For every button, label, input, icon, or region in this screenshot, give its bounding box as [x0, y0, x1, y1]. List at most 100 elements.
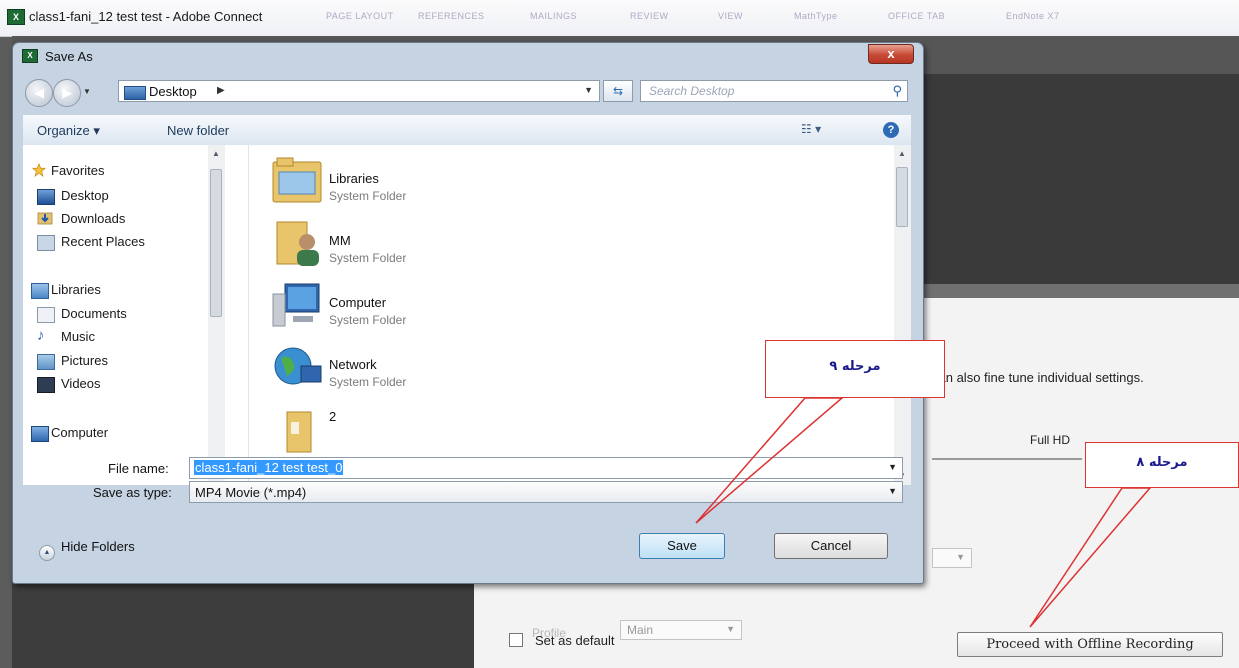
- preset-select[interactable]: ▼: [932, 548, 972, 568]
- chevron-up-icon: ▲: [39, 545, 55, 561]
- quality-slider-track[interactable]: [932, 458, 1082, 460]
- dialog-toolbar: Organize ▾ New folder ☷ ▾ ?: [23, 115, 911, 146]
- organize-button[interactable]: Organize ▾: [37, 123, 100, 139]
- step8-callout: مرحله ۸: [1085, 442, 1239, 488]
- file-type: System Folder: [329, 189, 407, 203]
- step9-callout: مرحله ۹: [765, 340, 945, 398]
- file-name-input[interactable]: class1-fani_12 test test_0 ▼: [189, 457, 903, 479]
- nav-item-libraries[interactable]: Libraries: [51, 282, 101, 297]
- user-folder-icon: [276, 221, 319, 266]
- ribbon-tab[interactable]: EndNote X7: [1006, 11, 1060, 21]
- folder-icon: [286, 411, 312, 453]
- nav-item-videos[interactable]: Videos: [61, 376, 101, 391]
- ribbon-tab[interactable]: VIEW: [718, 11, 743, 21]
- computer-icon: [272, 283, 320, 327]
- save-as-type-value: MP4 Movie (*.mp4): [195, 485, 307, 500]
- nav-item-recent-places[interactable]: Recent Places: [61, 234, 145, 249]
- search-icon[interactable]: ⚲: [892, 83, 902, 99]
- address-bar[interactable]: Desktop ▶ ▼: [118, 80, 600, 102]
- save-as-type-label: Save as type:: [93, 485, 172, 500]
- excel-app-icon: X: [7, 9, 25, 25]
- nav-item-downloads[interactable]: Downloads: [61, 211, 125, 226]
- profile-select[interactable]: Main ▼: [620, 620, 742, 640]
- address-dropdown-icon[interactable]: ▼: [584, 85, 593, 95]
- list-item[interactable]: Libraries System Folder: [249, 151, 889, 213]
- cancel-button[interactable]: Cancel: [774, 533, 888, 559]
- downloads-icon: [37, 212, 53, 225]
- nav-item-desktop[interactable]: Desktop: [61, 188, 109, 203]
- breadcrumb-arrow-icon[interactable]: ▶: [217, 85, 225, 96]
- file-type: System Folder: [329, 375, 407, 389]
- app-window-title: class1-fani_12 test test - Adobe Connect: [29, 9, 263, 24]
- excel-app-icon: X: [22, 49, 38, 63]
- file-type: System Folder: [329, 313, 407, 327]
- chevron-down-icon[interactable]: ▼: [888, 462, 897, 472]
- desktop-folder-icon: [124, 86, 146, 100]
- ribbon-tab[interactable]: REVIEW: [630, 11, 669, 21]
- file-name: 2: [329, 409, 337, 424]
- hide-folders-button[interactable]: ▲ Hide Folders: [39, 539, 135, 561]
- file-list-scrollbar[interactable]: ▲ ▼: [894, 145, 911, 485]
- nav-item-favorites[interactable]: Favorites: [51, 163, 104, 178]
- scroll-thumb[interactable]: [896, 167, 908, 227]
- app-titlebar: X class1-fani_12 test test - Adobe Conne…: [0, 0, 1239, 37]
- back-arrow-icon[interactable]: ◀: [25, 79, 53, 107]
- file-name-value[interactable]: class1-fani_12 test test_0: [194, 460, 344, 475]
- libraries-folder-icon: [272, 157, 322, 203]
- scroll-up-icon[interactable]: ▲: [898, 149, 906, 158]
- file-list: Libraries System Folder MM System Folder…: [249, 145, 894, 485]
- forward-arrow-icon[interactable]: ▶: [53, 79, 81, 107]
- network-icon: [274, 347, 322, 385]
- chevron-down-icon: ▼: [726, 624, 735, 634]
- proceed-offline-recording-button[interactable]: Proceed with Offline Recording: [957, 632, 1223, 657]
- file-type: System Folder: [329, 251, 407, 265]
- list-item[interactable]: MM System Folder: [249, 213, 889, 275]
- scroll-up-icon[interactable]: ▲: [212, 149, 220, 158]
- pictures-icon: [37, 354, 55, 370]
- new-folder-button[interactable]: New folder: [167, 123, 229, 138]
- libraries-icon: [31, 283, 49, 299]
- file-name: Network: [329, 357, 377, 372]
- set-as-default-label: Set as default: [535, 633, 615, 648]
- ribbon-tab[interactable]: OFFICE TAB: [888, 11, 945, 21]
- star-icon: [31, 163, 47, 177]
- file-name: Libraries: [329, 171, 379, 186]
- search-input[interactable]: [647, 83, 871, 99]
- save-as-type-select[interactable]: MP4 Movie (*.mp4) ▼: [189, 481, 903, 503]
- computer-icon: [31, 426, 49, 442]
- search-box[interactable]: ⚲: [640, 80, 908, 102]
- nav-item-computer[interactable]: Computer: [51, 425, 108, 440]
- help-icon[interactable]: ?: [883, 122, 899, 138]
- save-button[interactable]: Save: [639, 533, 725, 559]
- ribbon-tab[interactable]: REFERENCES: [418, 11, 485, 21]
- nav-item-music[interactable]: Music: [61, 329, 95, 344]
- videos-icon: [37, 377, 55, 393]
- list-item[interactable]: Computer System Folder: [249, 275, 889, 337]
- nav-pane-scrollbar[interactable]: ▲ ▼: [208, 145, 225, 485]
- ribbon-tab[interactable]: MathType: [794, 11, 838, 21]
- documents-icon: [37, 307, 55, 323]
- file-name: Computer: [329, 295, 387, 310]
- ribbon-tab[interactable]: PAGE LAYOUT: [326, 11, 394, 21]
- music-icon: ♪: [37, 327, 45, 344]
- chevron-down-icon: ▼: [956, 552, 965, 562]
- nav-item-documents[interactable]: Documents: [61, 306, 127, 321]
- history-dropdown-icon[interactable]: ▼: [83, 87, 91, 96]
- file-name-label: File name:: [108, 461, 169, 476]
- close-button[interactable]: x: [868, 44, 914, 64]
- hide-folders-label: Hide Folders: [61, 539, 135, 554]
- dialog-titlebar[interactable]: X Save As x: [13, 43, 923, 69]
- recording-info-text: can also fine tune individual settings.: [932, 370, 1144, 385]
- address-location[interactable]: Desktop: [149, 84, 197, 99]
- dialog-title: Save As: [45, 49, 93, 64]
- refresh-button[interactable]: ⇆: [603, 80, 633, 102]
- ribbon-tab[interactable]: MAILINGS: [530, 11, 577, 21]
- set-as-default-checkbox[interactable]: [509, 633, 523, 647]
- profile-select-value: Main: [627, 623, 654, 637]
- nav-item-pictures[interactable]: Pictures: [61, 353, 108, 368]
- recent-places-icon: [37, 235, 55, 251]
- list-item[interactable]: 2: [249, 399, 889, 461]
- chevron-down-icon[interactable]: ▼: [888, 486, 897, 496]
- scroll-thumb[interactable]: [210, 169, 222, 317]
- change-view-button[interactable]: ☷ ▾: [801, 122, 821, 136]
